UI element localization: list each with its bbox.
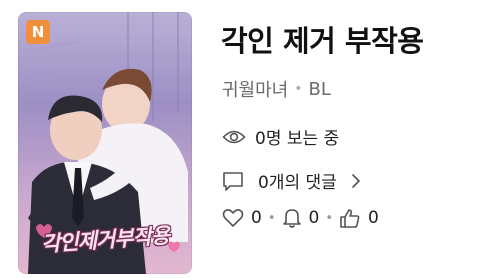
comments-row[interactable]: 0개의 댓글 — [222, 168, 361, 193]
work-meta: 귀월마녀 • BL — [222, 76, 331, 102]
thumbs-up-icon[interactable] — [339, 207, 361, 229]
heart-icon[interactable] — [222, 208, 244, 228]
stats-row: 0 • 0 • 0 — [222, 207, 385, 229]
stats-separator: • — [267, 210, 276, 226]
author-link[interactable]: 귀월마녀 — [222, 76, 288, 102]
stats-separator: • — [325, 210, 333, 226]
eye-icon — [222, 128, 246, 146]
viewers-row: 0명 보는 중 — [222, 124, 339, 149]
bell-icon[interactable] — [282, 207, 302, 229]
work-title[interactable]: 각인 제거 부작용 — [221, 18, 424, 60]
subscribes-count: 0 — [308, 208, 320, 228]
meta-separator: • — [294, 81, 303, 97]
work-card: N 각인제거부작용 각인 제거 부작용 귀월마녀 • BL 0명 보는 중 0개… — [0, 0, 486, 278]
comments-text: 0개의 댓글 — [258, 173, 337, 193]
chevron-right-icon — [351, 173, 361, 189]
viewers-text: 0명 보는 중 — [255, 129, 340, 149]
recommends-count: 0 — [368, 208, 379, 228]
likes-count: 0 — [251, 208, 262, 228]
comment-icon — [222, 170, 244, 192]
new-badge: N — [26, 20, 50, 44]
cover-image[interactable]: N 각인제거부작용 — [18, 12, 192, 274]
genre-label: BL — [308, 78, 331, 100]
